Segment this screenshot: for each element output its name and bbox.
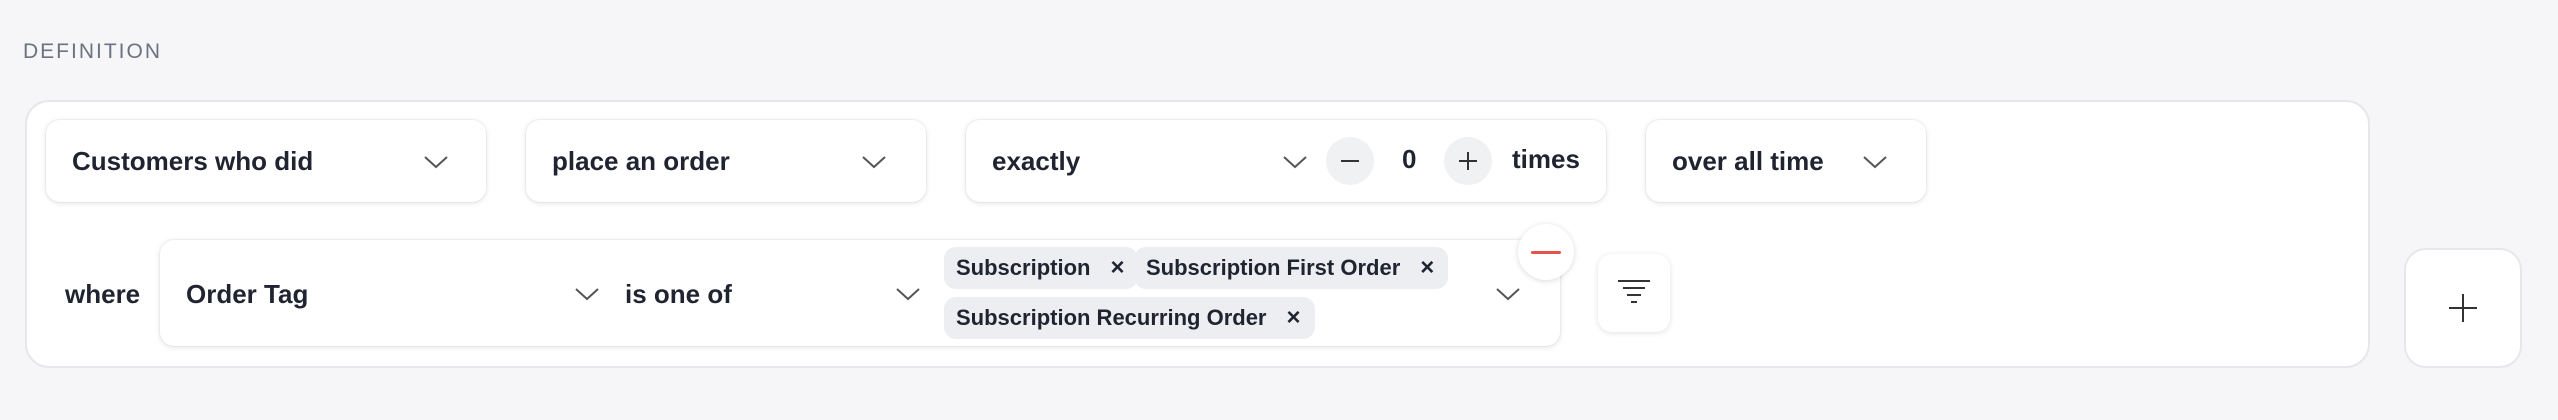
close-icon[interactable]: ×: [1110, 256, 1124, 280]
increment-button[interactable]: [1444, 137, 1492, 185]
section-label: DEFINITION: [23, 40, 162, 63]
tag-chip: Subscription ×: [944, 247, 1139, 289]
chevron-down-icon[interactable]: [1495, 286, 1521, 302]
chevron-down-icon[interactable]: [574, 286, 600, 302]
chevron-down-icon: [861, 154, 887, 170]
frequency-suffix: times: [1512, 144, 1580, 174]
frequency-control: exactly 0 times: [966, 120, 1606, 202]
tag-label: Subscription Recurring Order: [956, 305, 1267, 330]
close-icon[interactable]: ×: [1287, 306, 1301, 330]
chevron-down-icon: [423, 154, 449, 170]
remove-condition-button[interactable]: [1518, 224, 1574, 280]
plus-icon: [1459, 152, 1477, 170]
close-icon[interactable]: ×: [1420, 256, 1434, 280]
minus-icon: [1341, 160, 1359, 162]
tag-label: Subscription: [956, 255, 1091, 280]
chevron-down-icon[interactable]: [1282, 154, 1308, 170]
operator-dropdown-value[interactable]: is one of: [625, 279, 732, 310]
add-icon: [2449, 294, 2477, 322]
timeframe-dropdown-value: over all time: [1672, 145, 1824, 176]
action-dropdown[interactable]: place an order: [526, 120, 926, 202]
tag-chip: Subscription Recurring Order ×: [944, 297, 1315, 339]
who-dropdown[interactable]: Customers who did: [46, 120, 486, 202]
who-dropdown-value: Customers who did: [72, 145, 314, 176]
tag-label: Subscription First Order: [1146, 255, 1401, 280]
filter-button[interactable]: [1598, 254, 1670, 332]
property-dropdown-value[interactable]: Order Tag: [186, 279, 308, 310]
tag-chip: Subscription First Order ×: [1134, 247, 1449, 289]
frequency-count[interactable]: 0: [1402, 144, 1416, 175]
remove-icon: [1531, 250, 1561, 254]
chevron-down-icon[interactable]: [895, 286, 921, 302]
filter-icon: [1618, 280, 1650, 303]
timeframe-dropdown[interactable]: over all time: [1646, 120, 1926, 202]
decrement-button[interactable]: [1326, 137, 1374, 185]
add-condition-button[interactable]: [2404, 248, 2522, 368]
chevron-down-icon: [1862, 154, 1888, 170]
action-dropdown-value: place an order: [552, 145, 730, 176]
where-label: where: [65, 279, 141, 309]
frequency-dropdown-value[interactable]: exactly: [992, 146, 1080, 177]
